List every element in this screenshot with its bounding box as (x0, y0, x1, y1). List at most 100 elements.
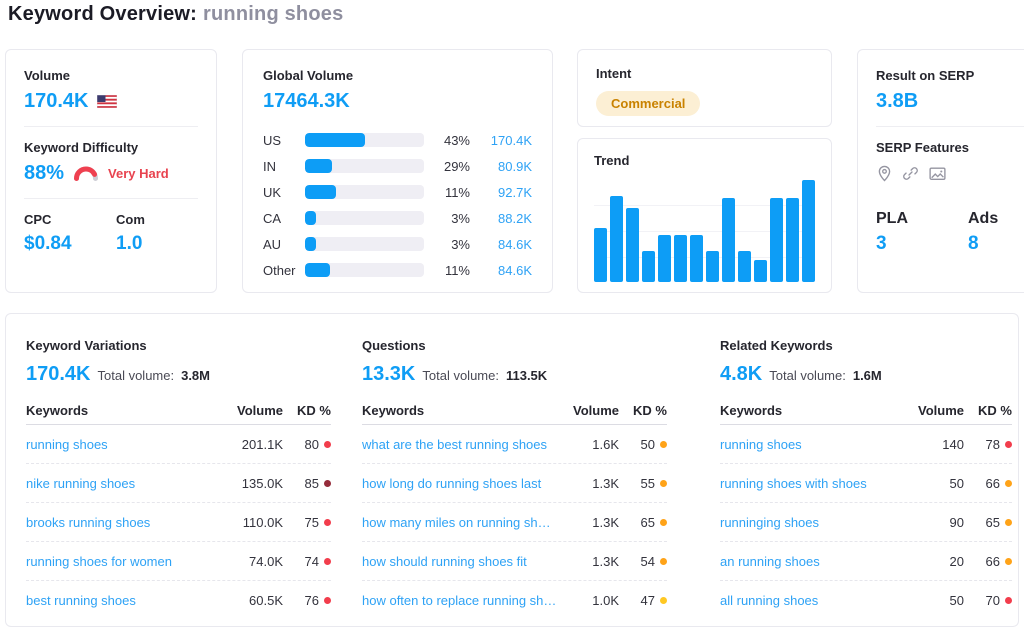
table-rows: running shoes 201.1K 80 nike running sho… (26, 425, 331, 620)
geo-country-label: AU (263, 237, 305, 252)
keyword-link[interactable]: runninging shoes (720, 515, 906, 530)
geo-volume-link[interactable]: 92.7K (482, 185, 532, 200)
trend-bar-chart (594, 180, 815, 282)
geo-percent: 29% (436, 159, 470, 174)
keyword-volume: 1.3K (561, 476, 619, 491)
global-volume-card: Global Volume 17464.3K US 43% 170.4K IN … (242, 49, 553, 293)
kd-dot (1005, 558, 1012, 565)
us-flag-icon (97, 95, 117, 108)
keyword-link[interactable]: how many miles on running shoes (362, 515, 561, 530)
difficulty-gauge-icon (73, 166, 99, 181)
geo-volume-link[interactable]: 84.6K (482, 237, 532, 252)
geo-volume-bar (305, 159, 424, 173)
volume-block: Volume 170.4K (24, 68, 198, 113)
trend-bar (610, 196, 623, 282)
intent-badge: Commercial (596, 91, 700, 116)
table-row: runninging shoes 90 65 (720, 503, 1012, 542)
column-header-volume: Volume (906, 403, 964, 418)
keyword-link[interactable]: how often to replace running shoes (362, 593, 561, 608)
keyword-volume: 90 (906, 515, 964, 530)
kd-value: 66 (986, 554, 1000, 569)
keyword-volume: 20 (906, 554, 964, 569)
geo-volume-bar-fill (305, 159, 332, 173)
table-row: how many miles on running shoes 1.3K 65 (362, 503, 667, 542)
cpc-label: CPC (24, 212, 116, 227)
keyword-kd: 54 (619, 554, 667, 569)
cpc-value: $0.84 (24, 233, 116, 255)
keyword-link[interactable]: how long do running shoes last (362, 476, 561, 491)
keyword-link[interactable]: running shoes with shoes (720, 476, 906, 491)
divider (24, 198, 198, 199)
keyword-kd: 75 (283, 515, 331, 530)
geo-country-label: UK (263, 185, 305, 200)
trend-bar (738, 251, 751, 282)
keyword-link[interactable]: running shoes for women (26, 554, 225, 569)
location-pin-icon (876, 165, 893, 182)
kd-value: 70 (986, 593, 1000, 608)
table-title: Keyword Variations (26, 338, 331, 353)
keyword-link[interactable]: how should running shoes fit (362, 554, 561, 569)
keyword-table-related-keywords: Related Keywords 4.8K Total volume: 1.6M… (720, 338, 1012, 620)
geo-percent: 3% (436, 237, 470, 252)
keyword-link[interactable]: running shoes (720, 437, 906, 452)
table-row: what are the best running shoes 1.6K 50 (362, 425, 667, 464)
trend-card: Trend (577, 138, 832, 293)
trend-bar (658, 235, 671, 282)
keyword-link[interactable]: best running shoes (26, 593, 225, 608)
kd-value: 65 (641, 515, 655, 530)
kd-dot (660, 441, 667, 448)
ads-value: 8 (968, 233, 998, 255)
page-title-keyword: running shoes (203, 3, 343, 25)
intent-title: Intent (596, 66, 813, 81)
trend-bar (594, 228, 607, 282)
keyword-link[interactable]: all running shoes (720, 593, 906, 608)
keyword-volume: 1.3K (561, 554, 619, 569)
column-header-kd: KD % (964, 403, 1012, 418)
keyword-kd: 65 (619, 515, 667, 530)
total-volume-value: 113.5K (506, 368, 547, 383)
geo-volume-link[interactable]: 80.9K (482, 159, 532, 174)
keyword-link[interactable]: an running shoes (720, 554, 906, 569)
geo-distribution-list: US 43% 170.4K IN 29% 80.9K UK 11% 92.7K … (263, 127, 532, 283)
serp-features-label: SERP Features (876, 140, 1024, 155)
geo-row: Other 11% 84.6K (263, 257, 532, 283)
trend-bar (674, 235, 687, 282)
kd-dot (660, 558, 667, 565)
cpc-com-block: CPC $0.84 Com 1.0 (24, 212, 198, 255)
keyword-kd: 74 (283, 554, 331, 569)
keyword-link[interactable]: running shoes (26, 437, 225, 452)
table-header-row: Keywords Volume KD % (26, 397, 331, 425)
geo-volume-bar-fill (305, 237, 316, 251)
keyword-volume: 201.1K (225, 437, 283, 452)
geo-row: CA 3% 88.2K (263, 205, 532, 231)
geo-row: AU 3% 84.6K (263, 231, 532, 257)
result-on-serp-label: Result on SERP (876, 68, 1024, 83)
pla-value: 3 (876, 233, 968, 255)
trend-bar (690, 235, 703, 282)
geo-volume-link[interactable]: 84.6K (482, 263, 532, 278)
keyword-kd: 65 (964, 515, 1012, 530)
keyword-kd: 78 (964, 437, 1012, 452)
keyword-volume: 1.6K (561, 437, 619, 452)
kd-value: 66 (986, 476, 1000, 491)
trend-bar (642, 251, 655, 282)
result-on-serp-value: 3.8B (876, 90, 918, 113)
table-row: how often to replace running shoes 1.0K … (362, 581, 667, 620)
kd-value: 50 (641, 437, 655, 452)
column-header-kd: KD % (619, 403, 667, 418)
keyword-volume: 1.0K (561, 593, 619, 608)
geo-volume-link[interactable]: 88.2K (482, 211, 532, 226)
keyword-link[interactable]: nike running shoes (26, 476, 225, 491)
total-volume-value: 1.6M (853, 368, 882, 383)
table-count: 4.8K (720, 363, 762, 386)
kd-value: 78 (986, 437, 1000, 452)
keyword-kd: 80 (283, 437, 331, 452)
keyword-volume: 135.0K (225, 476, 283, 491)
geo-volume-link[interactable]: 170.4K (482, 133, 532, 148)
keyword-link[interactable]: what are the best running shoes (362, 437, 561, 452)
kd-dot (324, 597, 331, 604)
result-on-serp-block: Result on SERP 3.8B (876, 68, 1024, 113)
global-volume-title: Global Volume (263, 68, 532, 83)
volume-card: Volume 170.4K Keyword Difficulty 88% (5, 49, 217, 293)
keyword-link[interactable]: brooks running shoes (26, 515, 225, 530)
